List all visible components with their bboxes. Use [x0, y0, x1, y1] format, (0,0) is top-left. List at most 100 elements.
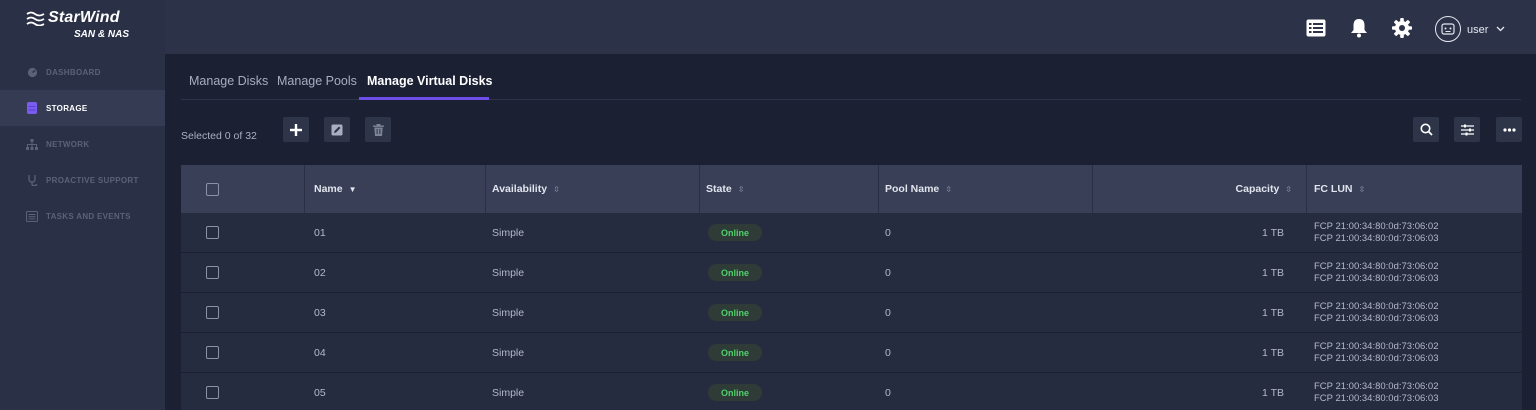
row-checkbox[interactable]	[206, 226, 219, 239]
row-checkbox[interactable]	[206, 306, 219, 319]
more-button[interactable]	[1496, 117, 1522, 142]
cell-availability: Simple	[492, 226, 525, 239]
tab-manage-disks[interactable]: Manage Disks	[189, 74, 268, 88]
table-row[interactable]: 03 Simple Online 0 1 TB FCP 21:00:34:80:…	[181, 293, 1522, 333]
delete-button[interactable]	[365, 117, 391, 142]
sidebar-item-storage[interactable]: STORAGE	[0, 90, 165, 126]
add-button[interactable]	[283, 117, 309, 142]
cell-capacity: 1 TB	[1262, 226, 1284, 239]
cell-fc-lun: FCP 21:00:34:80:0d:73:06:02 FCP 21:00:34…	[1314, 333, 1438, 372]
status-badge: Online	[708, 384, 762, 401]
top-bar: user	[165, 0, 1536, 54]
gear-icon[interactable]	[1391, 17, 1413, 39]
cell-name: 01	[314, 226, 326, 239]
tab-bar: Manage Disks Manage Pools Manage Virtual…	[181, 68, 1521, 100]
fc-lun-line: FCP 21:00:34:80:0d:73:06:03	[1314, 232, 1439, 244]
logo-waves-icon	[26, 11, 45, 26]
tab-manage-pools[interactable]: Manage Pools	[277, 74, 357, 88]
sidebar: StarWind SAN & NAS DASHBOARD STORAGE NET…	[0, 0, 165, 410]
fc-lun-line: FCP 21:00:34:80:0d:73:06:03	[1314, 272, 1439, 284]
cell-pool-name: 0	[885, 346, 891, 359]
column-header-capacity[interactable]: Capacity ⇳	[1093, 165, 1307, 213]
select-all-checkbox[interactable]	[206, 182, 219, 196]
row-checkbox-cell	[206, 373, 219, 410]
selection-count: Selected 0 of 32	[181, 130, 257, 142]
edit-button[interactable]	[324, 117, 350, 142]
search-icon	[1420, 123, 1433, 136]
cell-state: Online	[708, 293, 762, 332]
table-row[interactable]: 02 Simple Online 0 1 TB FCP 21:00:34:80:…	[181, 253, 1522, 293]
bell-icon[interactable]	[1348, 17, 1370, 39]
row-checkbox-cell	[206, 253, 219, 292]
fc-lun-line: FCP 21:00:34:80:0d:73:06:03	[1314, 392, 1439, 404]
sort-icon: ⇳	[945, 184, 952, 194]
sort-icon: ⇳	[553, 184, 560, 194]
column-header-fc-lun[interactable]: FC LUN ⇳	[1307, 165, 1522, 213]
storage-icon	[26, 102, 38, 114]
filter-settings-button[interactable]	[1454, 117, 1480, 142]
sidebar-item-proactive-support[interactable]: PROACTIVE SUPPORT	[0, 162, 165, 198]
sidebar-item-label: STORAGE	[46, 103, 88, 113]
network-icon	[26, 138, 38, 150]
cell-state: Online	[708, 253, 762, 292]
sidebar-item-label: PROACTIVE SUPPORT	[46, 175, 139, 185]
fc-lun-line: FCP 21:00:34:80:0d:73:06:03	[1314, 352, 1439, 364]
cell-state: Online	[708, 373, 762, 410]
cell-name: 03	[314, 306, 326, 319]
row-checkbox[interactable]	[206, 266, 219, 279]
column-header-name[interactable]: Name ▼	[305, 165, 486, 213]
user-avatar[interactable]	[1435, 16, 1461, 42]
tab-manage-virtual-disks[interactable]: Manage Virtual Disks	[367, 74, 493, 88]
sort-icon: ⇳	[1285, 184, 1292, 194]
column-header-pool-name[interactable]: Pool Name ⇳	[879, 165, 1093, 213]
logo-title: StarWind	[48, 9, 120, 26]
status-badge: Online	[708, 304, 762, 321]
starwind-logo: StarWind SAN & NAS	[0, 0, 165, 54]
row-checkbox[interactable]	[206, 386, 219, 399]
add-icon	[290, 123, 302, 136]
sort-descending-icon: ▼	[348, 184, 357, 194]
sidebar-item-tasks-and-events[interactable]: TASKS AND EVENTS	[0, 198, 165, 234]
cell-fc-lun: FCP 21:00:34:80:0d:73:06:02 FCP 21:00:34…	[1314, 253, 1438, 292]
cell-name: 04	[314, 346, 326, 359]
cell-availability: Simple	[492, 266, 525, 279]
sort-icon: ⇳	[737, 184, 745, 194]
dashboard-icon	[26, 66, 38, 78]
sidebar-item-dashboard[interactable]: DASHBOARD	[0, 54, 165, 90]
sidebar-item-network[interactable]: NETWORK	[0, 126, 165, 162]
row-checkbox-cell	[206, 333, 219, 372]
table-header: Name ▼ Availability ⇳ State ⇳ Pool Name …	[181, 165, 1522, 213]
cell-state: Online	[708, 213, 762, 252]
column-header-availability[interactable]: Availability ⇳	[486, 165, 700, 213]
row-checkbox-cell	[206, 293, 219, 332]
fc-lun-line: FCP 21:00:34:80:0d:73:06:02	[1314, 340, 1439, 352]
cell-capacity: 1 TB	[1262, 306, 1284, 319]
fc-lun-line: FCP 21:00:34:80:0d:73:06:02	[1314, 220, 1439, 232]
row-checkbox[interactable]	[206, 346, 219, 359]
search-button[interactable]	[1413, 117, 1439, 142]
stethoscope-icon	[26, 174, 38, 186]
logo-subtitle: SAN & NAS	[74, 29, 130, 40]
row-checkbox-cell	[206, 213, 219, 252]
cell-capacity: 1 TB	[1262, 266, 1284, 279]
cell-fc-lun: FCP 21:00:34:80:0d:73:06:02 FCP 21:00:34…	[1314, 373, 1438, 410]
column-header-state[interactable]: State ⇳	[700, 165, 879, 213]
chevron-down-icon[interactable]	[1496, 26, 1505, 32]
table-row[interactable]: 04 Simple Online 0 1 TB FCP 21:00:34:80:…	[181, 333, 1522, 373]
status-badge: Online	[708, 344, 762, 361]
delete-icon	[372, 123, 384, 136]
table-row[interactable]: 01 Simple Online 0 1 TB FCP 21:00:34:80:…	[181, 213, 1522, 253]
virtual-disks-table: Name ▼ Availability ⇳ State ⇳ Pool Name …	[181, 165, 1522, 410]
user-name[interactable]: user	[1467, 24, 1488, 36]
task-list-icon[interactable]	[1305, 17, 1327, 39]
sidebar-item-label: NETWORK	[46, 139, 90, 149]
cell-availability: Simple	[492, 306, 525, 319]
sidebar-item-label: TASKS AND EVENTS	[46, 211, 131, 221]
table-row[interactable]: 05 Simple Online 0 1 TB FCP 21:00:34:80:…	[181, 373, 1522, 410]
cell-capacity: 1 TB	[1262, 386, 1284, 399]
cell-pool-name: 0	[885, 266, 891, 279]
fc-lun-line: FCP 21:00:34:80:0d:73:06:02	[1314, 260, 1439, 272]
cell-pool-name: 0	[885, 306, 891, 319]
select-all-cell	[181, 165, 305, 213]
cell-capacity: 1 TB	[1262, 346, 1284, 359]
